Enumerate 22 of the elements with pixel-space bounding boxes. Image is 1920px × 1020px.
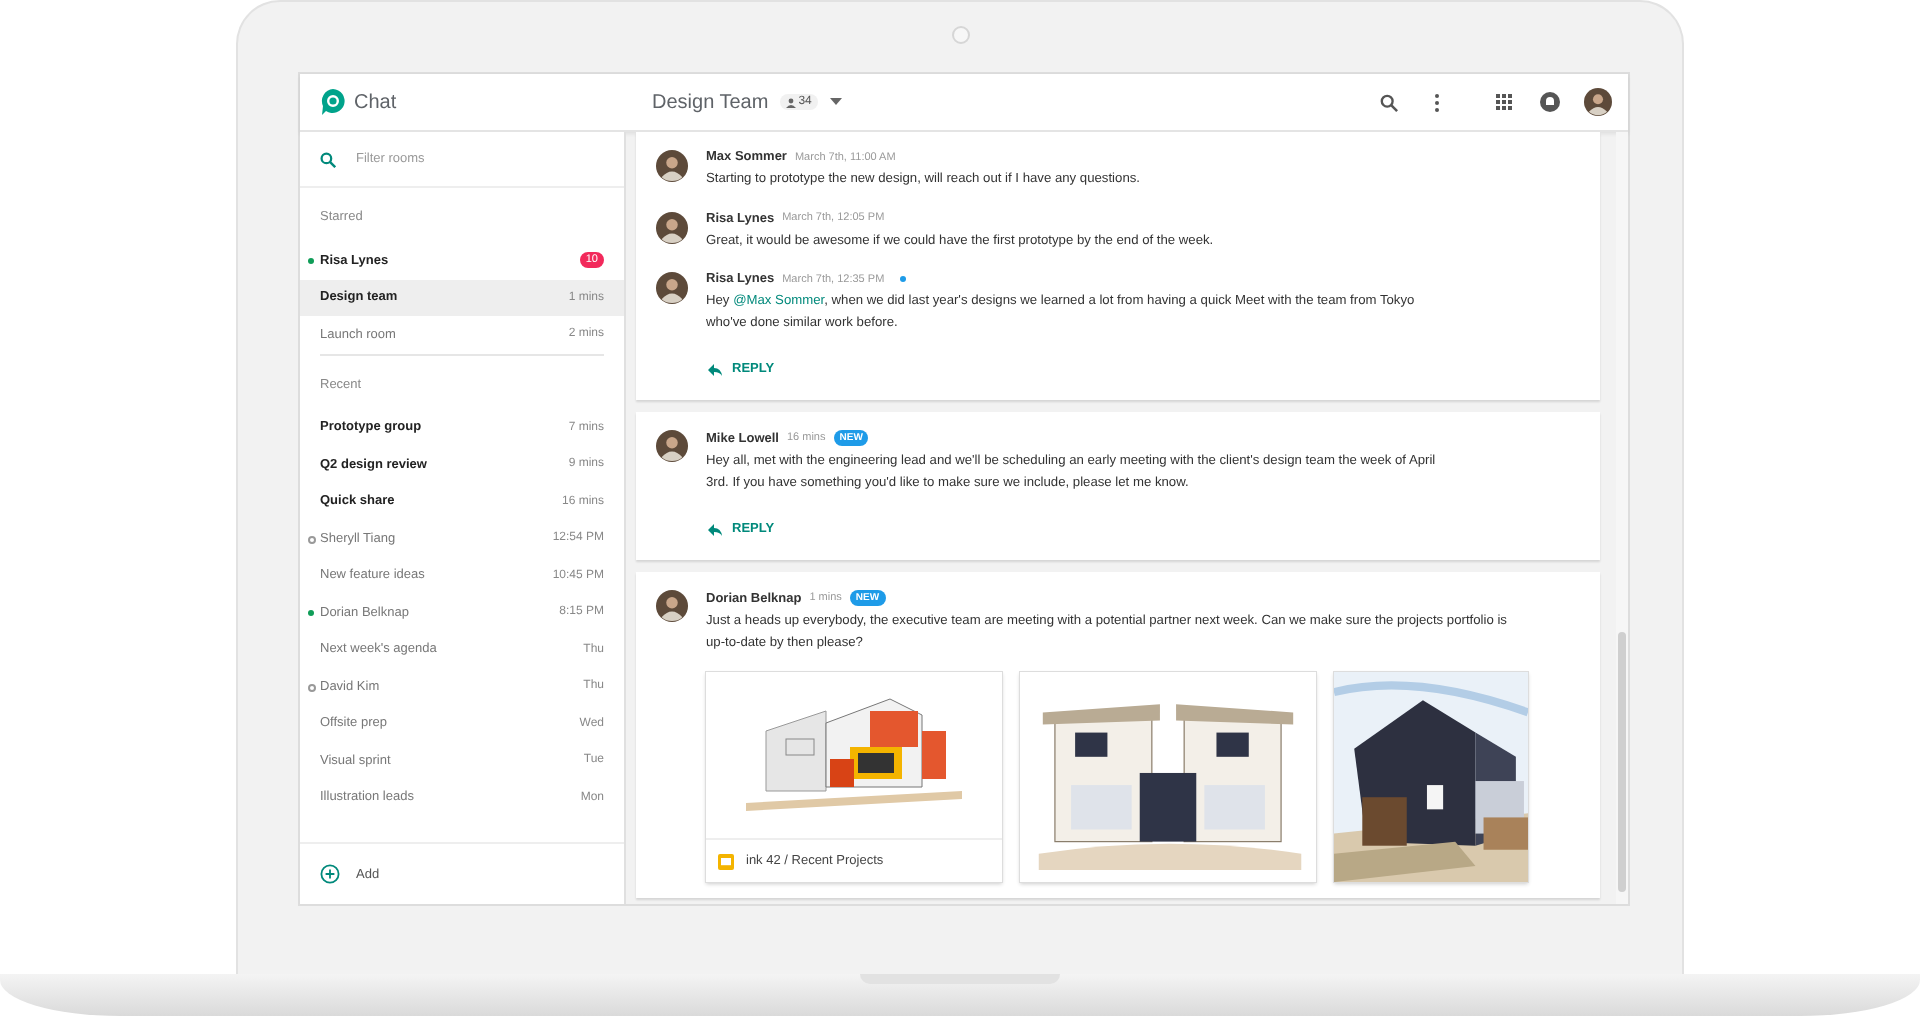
search-icon (320, 151, 336, 167)
logo-icon (320, 88, 346, 116)
reply-icon (708, 523, 722, 535)
avatar (656, 150, 688, 182)
slides-icon (718, 853, 734, 869)
apps-icon[interactable] (1496, 94, 1512, 110)
avatar (656, 272, 688, 304)
scrollbar[interactable] (1616, 132, 1628, 904)
more-icon[interactable] (1434, 93, 1440, 111)
notifications-icon[interactable] (1540, 92, 1560, 112)
person-icon (786, 97, 797, 107)
caret-icon[interactable] (829, 98, 842, 106)
reply-icon (708, 363, 722, 375)
avatar (656, 430, 688, 462)
room-title[interactable]: Design Team (652, 91, 769, 113)
app-name: Chat (354, 91, 397, 113)
user-avatar[interactable] (1584, 88, 1612, 116)
avatar (656, 590, 688, 622)
add-icon[interactable] (320, 864, 340, 884)
avatar (656, 211, 688, 243)
search-icon[interactable] (1380, 93, 1398, 111)
camera-icon (952, 26, 970, 44)
